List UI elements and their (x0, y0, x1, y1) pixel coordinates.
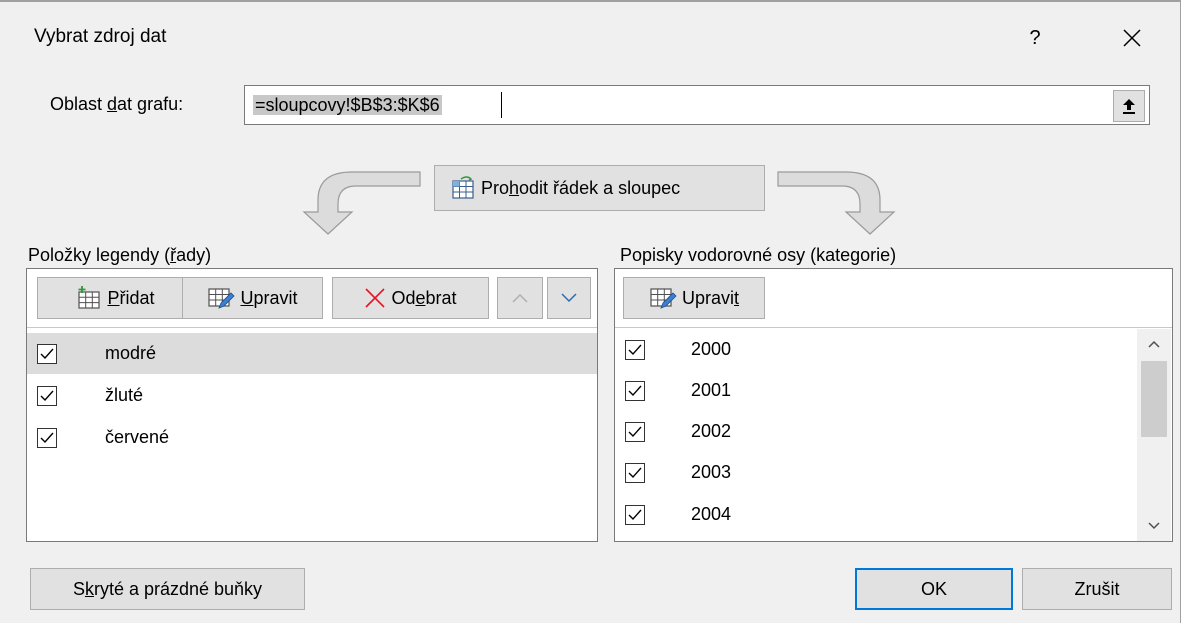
category-list-item[interactable]: 2004 (615, 494, 1135, 535)
axis-toolbar-divider (615, 327, 1172, 328)
text-caret (501, 92, 502, 118)
check-icon (39, 431, 55, 445)
right-curved-arrow-icon (776, 160, 902, 236)
category-list-item[interactable]: 2000 (615, 329, 1135, 370)
help-icon: ? (1029, 27, 1040, 50)
add-series-button[interactable]: Přidat (37, 277, 194, 319)
check-icon (627, 425, 643, 439)
category-item-label: 2002 (691, 421, 731, 442)
chevron-down-icon (1148, 522, 1160, 530)
scroll-thumb[interactable] (1141, 361, 1167, 437)
legend-item-label: červené (105, 427, 169, 448)
legend-toolbar-divider (27, 327, 597, 328)
top-border (0, 0, 1181, 2)
ok-label: OK (921, 579, 947, 600)
scroll-down-button[interactable] (1137, 511, 1171, 541)
cancel-label: Zrušit (1075, 579, 1120, 600)
collapse-dialog-button[interactable] (1113, 90, 1145, 122)
vertical-scrollbar[interactable] (1137, 329, 1171, 541)
chevron-up-icon (1148, 340, 1160, 348)
help-button[interactable]: ? (1010, 16, 1060, 60)
check-icon (39, 389, 55, 403)
check-icon (627, 466, 643, 480)
remove-series-button[interactable]: Odebrat (332, 277, 489, 319)
checkbox-checked[interactable] (625, 505, 645, 525)
legend-item-label: modré (105, 343, 156, 364)
switch-row-column-icon (449, 175, 477, 201)
remove-x-icon (364, 287, 386, 309)
edit-series-button[interactable]: Upravit (182, 277, 323, 319)
checkbox-checked[interactable] (37, 344, 57, 364)
add-table-icon (76, 286, 102, 310)
legend-list-item[interactable]: modré (27, 333, 597, 374)
switch-row-column-label: Prohodit řádek a sloupec (481, 178, 680, 199)
checkbox-checked[interactable] (625, 463, 645, 483)
legend-list-item[interactable]: žluté (27, 375, 597, 416)
category-list-item[interactable]: 2002 (615, 411, 1135, 452)
legend-item-label: žluté (105, 385, 143, 406)
move-down-button[interactable] (547, 277, 591, 319)
close-button[interactable] (1104, 16, 1160, 60)
legend-panel: Přidat Upravit Odebrat modré žluté červe… (26, 268, 598, 542)
category-item-label: 2004 (691, 504, 731, 525)
checkbox-checked[interactable] (625, 340, 645, 360)
upload-arrow-icon (1121, 97, 1137, 115)
close-icon (1122, 28, 1142, 48)
category-item-label: 2003 (691, 462, 731, 483)
scroll-up-button[interactable] (1137, 329, 1171, 359)
category-list-item[interactable]: 2001 (615, 370, 1135, 411)
add-series-label: Přidat (107, 288, 154, 309)
axis-panel: Upravit 2000 2001 2002 2003 2004 (614, 268, 1173, 542)
legend-entries-label: Položky legendy (řady) (28, 245, 211, 266)
move-up-button[interactable] (497, 277, 543, 319)
chart-range-label: Oblast dat grafu: (50, 94, 183, 115)
category-list-item[interactable]: 2003 (615, 452, 1135, 493)
legend-list-item[interactable]: červené (27, 417, 597, 458)
switch-row-column-button[interactable]: Prohodit řádek a sloupec (434, 165, 765, 211)
edit-table-icon (649, 286, 677, 310)
check-icon (39, 347, 55, 361)
checkbox-checked[interactable] (37, 428, 57, 448)
chevron-down-icon (561, 293, 577, 303)
check-icon (627, 384, 643, 398)
cancel-button[interactable]: Zrušit (1022, 568, 1172, 610)
chart-range-value: =sloupcovy!$B$3:$K$6 (253, 95, 442, 115)
dialog-title: Vybrat zdroj dat (34, 26, 166, 48)
checkbox-checked[interactable] (625, 381, 645, 401)
edit-table-icon (207, 286, 235, 310)
chevron-up-icon (512, 293, 528, 303)
ok-button[interactable]: OK (855, 568, 1013, 610)
left-curved-arrow-icon (296, 160, 422, 236)
edit-series-label: Upravit (240, 288, 297, 309)
chart-range-input[interactable]: =sloupcovy!$B$3:$K$6 (244, 85, 1150, 125)
checkbox-checked[interactable] (37, 386, 57, 406)
hidden-empty-cells-button[interactable]: Skryté a prázdné buňky (30, 568, 305, 610)
checkbox-checked[interactable] (625, 422, 645, 442)
edit-axis-labels-button[interactable]: Upravit (623, 277, 765, 319)
check-icon (627, 343, 643, 357)
check-icon (627, 508, 643, 522)
category-item-label: 2000 (691, 339, 731, 360)
category-item-label: 2001 (691, 380, 731, 401)
axis-labels-label: Popisky vodorovné osy (kategorie) (620, 245, 896, 266)
hidden-empty-cells-label: Skryté a prázdné buňky (73, 579, 262, 600)
remove-series-label: Odebrat (391, 288, 456, 309)
edit-axis-labels-label: Upravit (682, 288, 739, 309)
